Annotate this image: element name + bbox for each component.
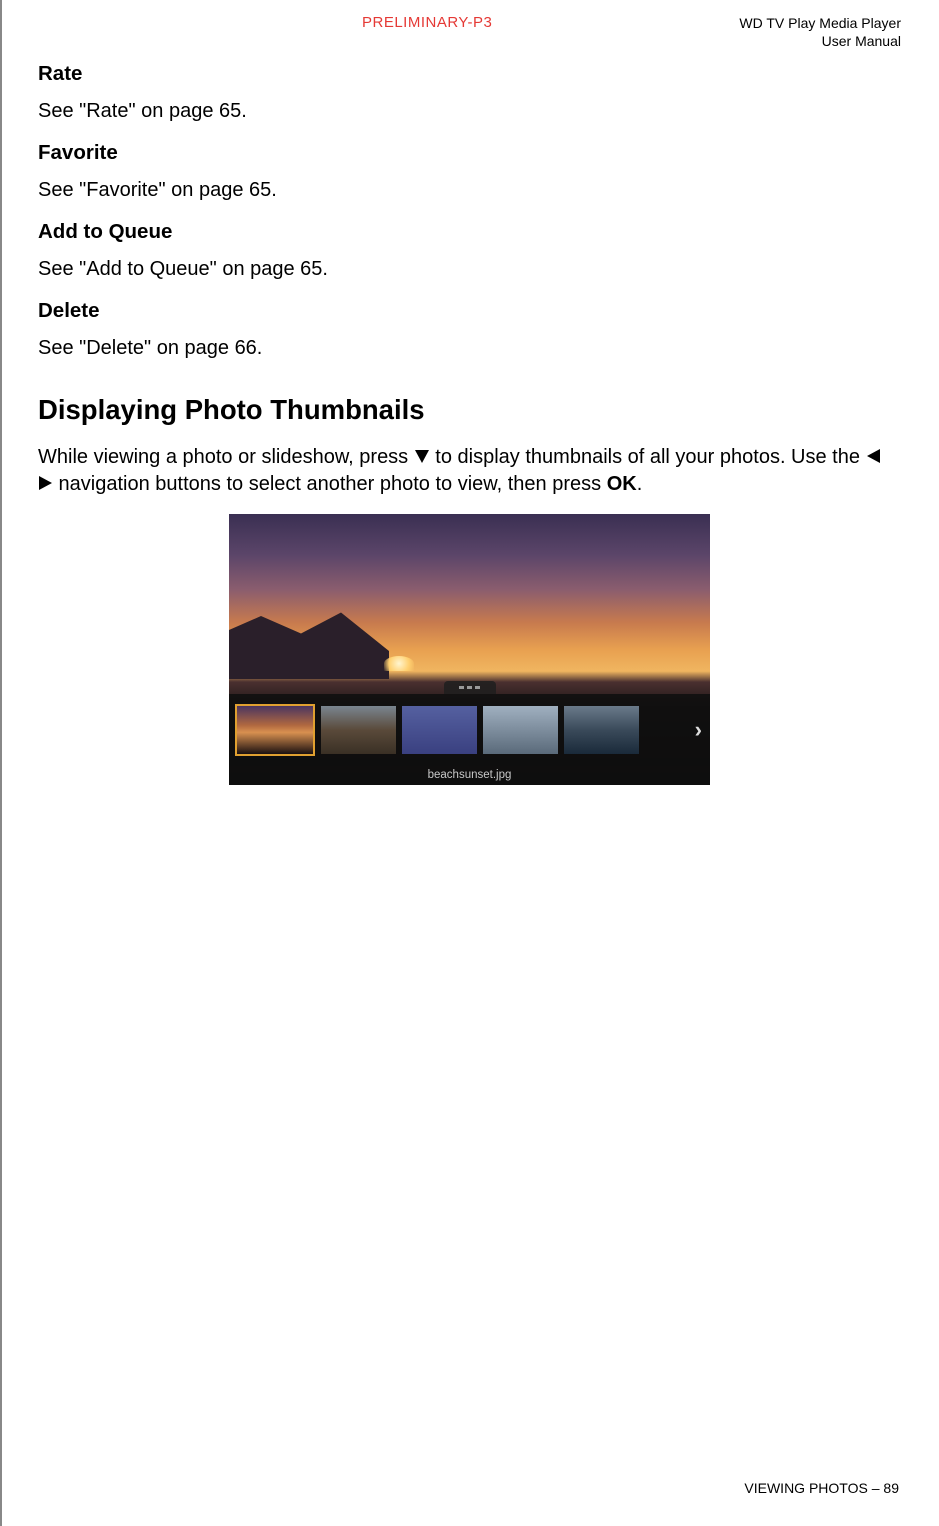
device-name: WD TV Play Media Player (739, 14, 901, 32)
heading-displaying-thumbnails: Displaying Photo Thumbnails (38, 394, 901, 426)
footer-page-number: 89 (883, 1480, 899, 1496)
thumbnail (321, 706, 396, 754)
photo-viewer-screenshot: › beachsunset.jpg (229, 514, 710, 785)
thumbnail-bar: › (229, 694, 710, 766)
left-arrow-icon (867, 449, 880, 463)
text-rate: See "Rate" on page 65. (38, 98, 901, 125)
footer-sep: – (868, 1480, 884, 1496)
down-arrow-icon (415, 450, 429, 463)
thumbnail (483, 706, 558, 754)
para-part4: . (637, 473, 643, 495)
text-favorite: See "Favorite" on page 65. (38, 177, 901, 204)
thumbnail (564, 706, 639, 754)
para-part1: While viewing a photo or slideshow, pres… (38, 446, 414, 468)
thumbnail-caption: beachsunset.jpg (229, 766, 710, 785)
chevron-right-icon: › (695, 717, 702, 743)
footer-section: VIEWING PHOTOS (744, 1480, 867, 1496)
para-part3: navigation buttons to select another pho… (53, 473, 607, 495)
page-footer: VIEWING PHOTOS – 89 (744, 1480, 899, 1496)
para-part2: to display thumbnails of all your photos… (430, 446, 866, 468)
sun-glow (384, 656, 414, 671)
doc-type: User Manual (739, 32, 901, 50)
heading-delete: Delete (38, 299, 901, 323)
thumbnail (402, 706, 477, 754)
heading-rate: Rate (38, 62, 901, 86)
heading-favorite: Favorite (38, 141, 901, 165)
text-displaying-thumbnails: While viewing a photo or slideshow, pres… (38, 444, 901, 498)
text-delete: See "Delete" on page 66. (38, 335, 901, 362)
text-add-to-queue: See "Add to Queue" on page 65. (38, 256, 901, 283)
ok-label: OK (607, 473, 637, 495)
screenshot-container: › beachsunset.jpg (38, 514, 901, 785)
page-content: Rate See "Rate" on page 65. Favorite See… (38, 58, 901, 785)
thumbnail-selected (235, 704, 315, 756)
document-header: WD TV Play Media Player User Manual (739, 14, 901, 50)
heading-add-to-queue: Add to Queue (38, 220, 901, 244)
right-arrow-icon (39, 476, 52, 490)
mountain-silhouette (229, 609, 389, 679)
preliminary-stamp: PRELIMINARY-P3 (362, 14, 492, 31)
thumbnail-bar-handle (444, 681, 496, 694)
